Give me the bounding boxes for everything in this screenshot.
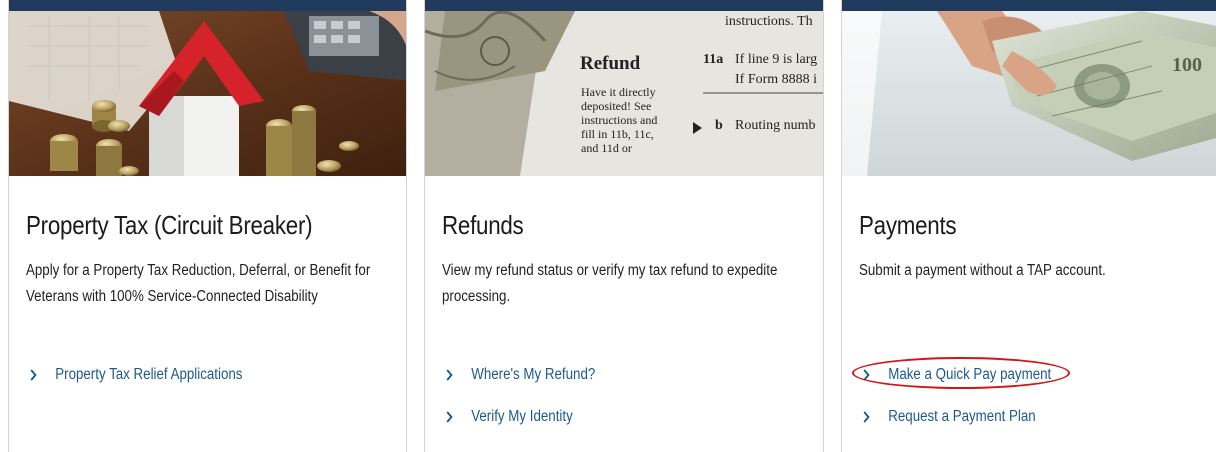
card-description: View my refund status or verify my tax r… <box>442 262 778 305</box>
chevron-right-icon <box>859 408 878 426</box>
image-text-side-line: fill in 11b, 11c, <box>581 127 654 141</box>
hand-holding-cash-image: 100 <box>842 11 1216 176</box>
image-text-side-line: Have it directly <box>581 85 656 99</box>
link-label: Request a Payment Plan <box>888 408 1036 425</box>
card-property-tax: Property Tax (Circuit Breaker) Apply for… <box>8 0 407 452</box>
card-top-bar <box>842 0 1216 11</box>
card-title: Payments <box>859 210 957 240</box>
link-label: Verify My Identity <box>471 408 573 425</box>
card-description: Submit a payment without a TAP account. <box>859 262 1106 279</box>
chevron-right-icon <box>859 366 878 384</box>
image-text-side-line: and 11d or <box>581 141 632 155</box>
tax-form-refund-image: instructions. Th Refund Have it directly… <box>425 11 823 176</box>
link-label: Where's My Refund? <box>471 366 596 383</box>
link-request-a-payment-plan[interactable]: Request a Payment Plan <box>859 408 1036 426</box>
image-text-line: Routing numb <box>735 118 816 133</box>
image-text-side-line: deposited! See <box>581 99 651 113</box>
chevron-right-icon <box>442 366 461 384</box>
card-top-bar <box>9 0 406 11</box>
card-top-bar <box>425 0 823 11</box>
link-make-a-quick-pay-payment[interactable]: Make a Quick Pay payment <box>859 366 1051 384</box>
card-title: Property Tax (Circuit Breaker) <box>26 210 313 240</box>
card-description: Apply for a Property Tax Reduction, Defe… <box>26 262 371 305</box>
house-and-coins-image <box>9 11 406 176</box>
image-text-line: If line 9 is larg <box>735 52 817 67</box>
link-wheres-my-refund[interactable]: Where's My Refund? <box>442 366 595 384</box>
image-text-line-number: 11a <box>703 52 723 67</box>
image-text-heading: Refund <box>580 53 641 74</box>
card-refunds: instructions. Th Refund Have it directly… <box>424 0 824 452</box>
card-payments: 100 Payments Submit a payment without a … <box>841 0 1216 452</box>
link-label: Property Tax Relief Applications <box>55 366 243 383</box>
chevron-right-icon <box>26 366 45 384</box>
card-title: Refunds <box>442 210 524 240</box>
link-property-tax-relief-applications[interactable]: Property Tax Relief Applications <box>26 366 242 384</box>
image-text-side-line: instructions and <box>581 113 657 127</box>
image-text-line: If Form 8888 i <box>735 72 817 87</box>
link-label: Make a Quick Pay payment <box>888 366 1052 383</box>
svg-text:100: 100 <box>1172 54 1202 76</box>
image-text-top-line: instructions. Th <box>725 14 813 29</box>
link-verify-my-identity[interactable]: Verify My Identity <box>442 408 573 426</box>
image-text-line-number: b <box>715 118 723 133</box>
chevron-right-icon <box>442 408 461 426</box>
